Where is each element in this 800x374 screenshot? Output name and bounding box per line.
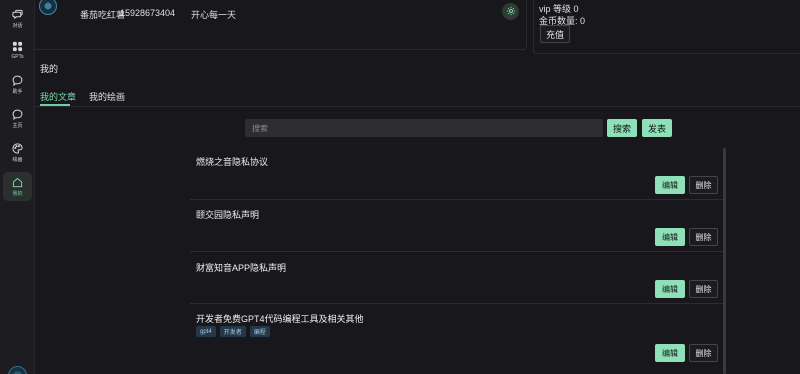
sidebar-item-painting[interactable]: 绘画 [3, 138, 32, 167]
username: 番茄吃红薯 [80, 10, 126, 20]
sidebar-item-chat[interactable]: 对话 [3, 4, 32, 33]
tab-bar: 我的文章 我的绘画 [35, 84, 800, 107]
tab-my-paintings[interactable]: 我的绘画 [89, 90, 125, 103]
publish-button[interactable]: 发表 [642, 119, 672, 137]
sidebar-item-label: 助手 [12, 88, 23, 95]
sidebar-item-assistant[interactable]: 助手 [3, 70, 32, 99]
search-input[interactable] [245, 119, 603, 137]
article-list: 燃烧之音隐私协议 编辑 删除 颐交园隐私声明 编辑 删除 财富知音APP隐私声明… [190, 148, 726, 370]
page-title: 我的 [40, 64, 59, 74]
article-title[interactable]: 开发者免费GPT4代码编程工具及相关其他 [196, 312, 364, 325]
sidebar-item-mine[interactable]: 我的 [3, 172, 32, 201]
edit-button[interactable]: 编辑 [655, 228, 685, 246]
assistant-icon [12, 75, 23, 86]
account-panel: vip 等级 0 金币数量: 0 充值 [533, 0, 800, 54]
delete-button[interactable]: 删除 [689, 228, 718, 246]
scrollbar[interactable] [723, 148, 726, 374]
article-title[interactable]: 财富知音APP隐私声明 [196, 261, 286, 274]
tag-list: gpt4 开发者 编程 [196, 326, 270, 337]
tag[interactable]: 开发者 [219, 326, 246, 337]
avatar[interactable] [39, 0, 57, 15]
edit-button[interactable]: 编辑 [655, 280, 685, 298]
sidebar-item-label: 我的 [12, 190, 23, 197]
delete-button[interactable]: 删除 [689, 344, 718, 362]
profile-bar: 番茄吃红薯 15928673404 开心每一天 [35, 0, 527, 50]
sidebar-item-label: GPTs [11, 54, 24, 60]
sidebar-item-label: 绘画 [12, 156, 23, 163]
settings-button[interactable] [502, 3, 519, 20]
gear-icon [506, 6, 516, 18]
tag[interactable]: gpt4 [196, 326, 216, 337]
delete-button[interactable]: 删除 [689, 176, 718, 194]
tag[interactable]: 编程 [249, 326, 270, 337]
sidebar-item-label: 主页 [12, 122, 23, 129]
phone-number: 15928673404 [120, 8, 176, 18]
tab-my-articles[interactable]: 我的文章 [40, 90, 76, 103]
article-title[interactable]: 燃烧之音隐私协议 [196, 155, 268, 168]
article-title[interactable]: 颐交园隐私声明 [196, 208, 259, 221]
list-item: 财富知音APP隐私声明 编辑 删除 [190, 252, 723, 304]
rail-avatar[interactable] [8, 366, 27, 374]
delete-button[interactable]: 删除 [689, 280, 718, 298]
active-tab-indicator [40, 104, 70, 106]
search-button[interactable]: 搜索 [607, 119, 637, 137]
list-item: 燃烧之音隐私协议 编辑 删除 [190, 148, 723, 200]
recharge-button[interactable]: 充值 [540, 25, 570, 43]
edit-button[interactable]: 编辑 [655, 176, 685, 194]
list-item: 颐交园隐私声明 编辑 删除 [190, 200, 723, 252]
list-item: 开发者免费GPT4代码编程工具及相关其他 gpt4 开发者 编程 编辑 删除 [190, 304, 723, 370]
left-sidebar: 对话 GPTs 助手 主页 绘画 我的 [0, 0, 35, 374]
chat-icon [12, 9, 23, 20]
sidebar-item-gpts[interactable]: GPTs [3, 36, 32, 65]
palette-icon [12, 142, 23, 154]
motto: 开心每一天 [191, 10, 237, 20]
sidebar-item-home[interactable]: 主页 [3, 104, 32, 133]
edit-button[interactable]: 编辑 [655, 344, 685, 362]
grid-icon [12, 41, 23, 52]
sidebar-item-label: 对话 [12, 22, 23, 29]
house-icon [12, 177, 23, 188]
home-chat-icon [12, 109, 23, 120]
